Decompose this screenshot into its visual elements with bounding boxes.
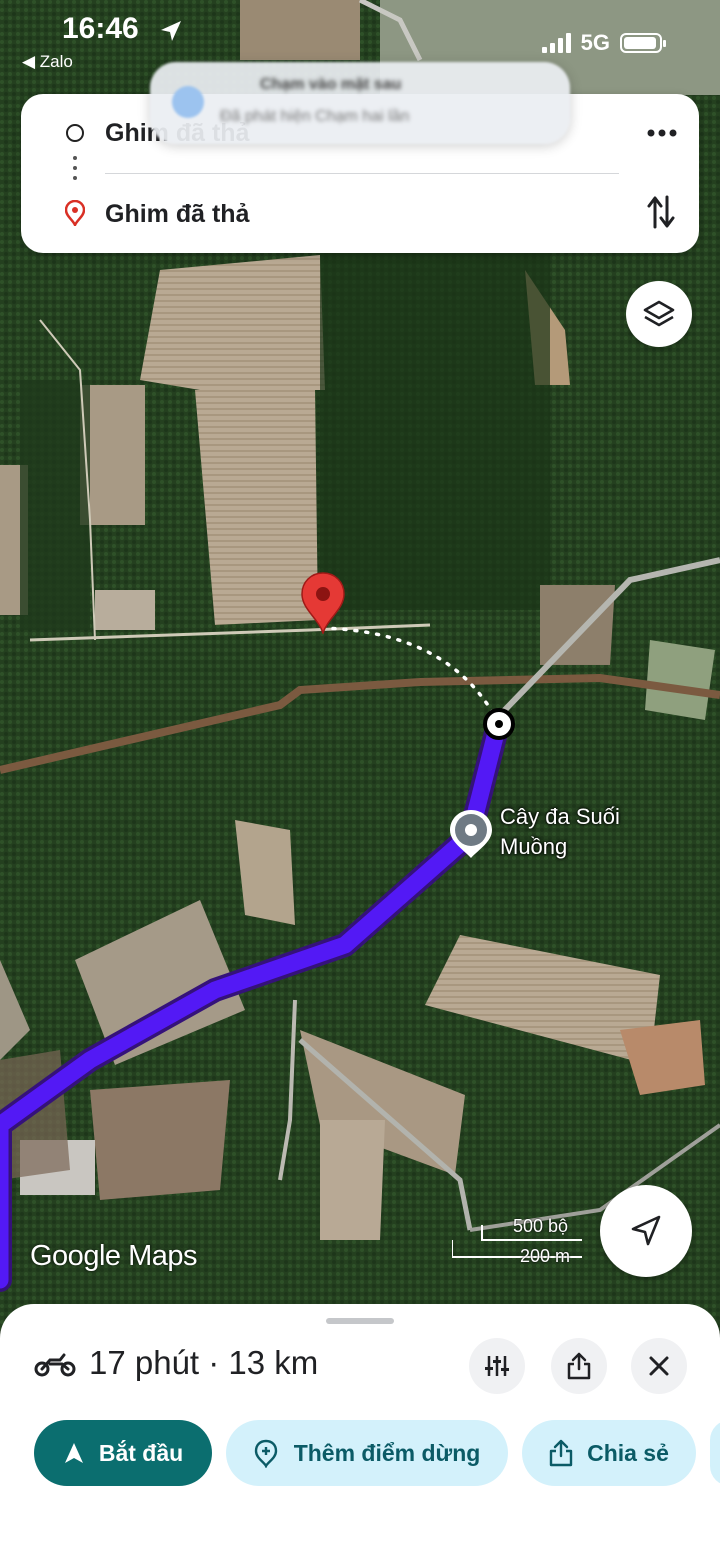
layers-icon	[643, 300, 675, 327]
route-options-button[interactable]	[469, 1338, 525, 1394]
location-arrow-icon	[161, 21, 181, 41]
route-start-marker	[483, 708, 515, 740]
status-time: 16:46	[62, 12, 139, 45]
close-directions-button[interactable]	[631, 1338, 687, 1394]
notification-banner[interactable]: Chạm vào mặt sau Đã phát hiện Chạm hai l…	[150, 62, 570, 144]
destination-field[interactable]: Ghim đã thả	[105, 200, 249, 229]
divider	[105, 173, 619, 174]
more-actions-chip[interactable]	[710, 1420, 720, 1486]
notification-title: Chạm vào mặt sau	[260, 76, 402, 93]
share-button[interactable]: Chia sẻ	[522, 1420, 696, 1486]
scale-metric: 200 m	[520, 1246, 571, 1266]
share-route-button[interactable]	[551, 1338, 607, 1394]
add-stop-button[interactable]: Thêm điểm dừng	[226, 1420, 508, 1486]
my-location-button[interactable]	[600, 1185, 692, 1277]
share-icon	[567, 1352, 591, 1380]
status-indicators: 5G	[541, 30, 666, 56]
share-label: Chia sẻ	[587, 1439, 669, 1466]
battery-icon	[620, 33, 666, 53]
google-maps-logo: Google Maps	[30, 1240, 198, 1272]
start-label: Bắt đầu	[98, 1439, 184, 1466]
signal-icon	[541, 33, 571, 53]
route-connector-icon	[73, 156, 77, 186]
notification-body: Đã phát hiện Chạm hai lần	[220, 108, 410, 125]
share-icon	[549, 1439, 573, 1467]
place-marker-icon[interactable]	[448, 808, 494, 860]
trip-summary: 17 phút · 13 km	[89, 1344, 319, 1381]
network-label: 5G	[580, 30, 610, 55]
back-to-app-link[interactable]: ◀ Zalo	[22, 52, 73, 72]
close-icon	[649, 1356, 669, 1376]
start-button[interactable]: Bắt đầu	[34, 1420, 212, 1486]
navigation-icon	[64, 1443, 83, 1463]
navigation-arrow-icon	[631, 1215, 661, 1246]
add-location-icon	[254, 1439, 277, 1468]
notification-app-icon	[172, 86, 204, 118]
directions-sheet: 17 phút · 13 km Bắt đầu Thêm điểm dừng C…	[0, 1304, 720, 1557]
swap-vertical-icon[interactable]	[647, 194, 675, 230]
add-stop-label: Thêm điểm dừng	[293, 1439, 481, 1466]
layers-button[interactable]	[626, 281, 692, 347]
motorbike-icon	[34, 1353, 76, 1377]
origin-circle-icon	[66, 124, 84, 142]
drag-handle[interactable]	[326, 1318, 394, 1324]
destination-pin-icon	[65, 200, 85, 226]
more-options-icon[interactable]	[647, 128, 677, 138]
dropped-pin-icon[interactable]	[300, 572, 346, 634]
place-label[interactable]: Cây đa Suối Muồng	[500, 802, 650, 862]
tune-icon	[485, 1356, 509, 1376]
